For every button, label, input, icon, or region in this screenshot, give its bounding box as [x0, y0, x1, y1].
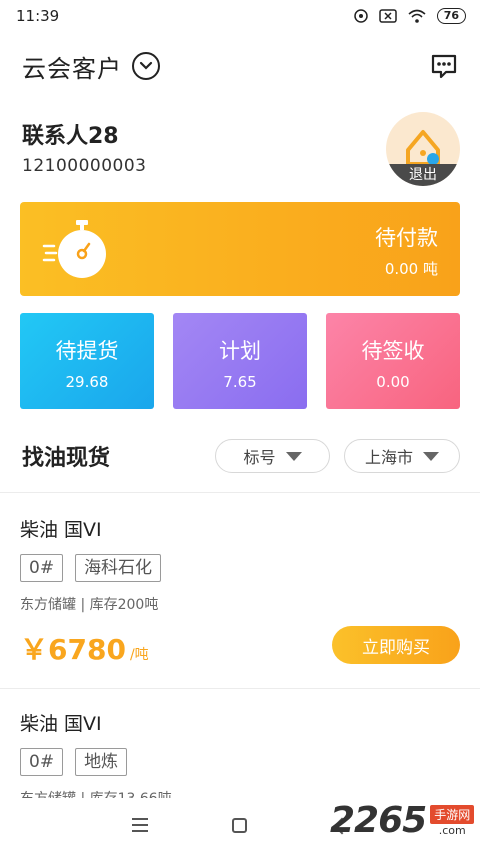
watermark-logo: 2265 手游网 .com [330, 800, 475, 841]
status-time: 11:39 [16, 7, 60, 25]
price-unit: /吨 [129, 647, 149, 663]
stopwatch-icon [42, 220, 106, 278]
grade-filter-label: 标号 [243, 448, 276, 467]
stat-label: 待提货 [55, 339, 119, 363]
triangle-down-icon [285, 451, 302, 461]
product-tags: 0# 地炼 [20, 748, 460, 776]
product-name: 柴油 国VI [20, 713, 102, 735]
city-filter-dropdown[interactable]: 上海市 [344, 439, 460, 473]
status-bar: 11:39 76 [0, 0, 480, 32]
pending-payment-value: 0.00 吨 [384, 260, 438, 278]
product-name: 柴油 国VI [20, 519, 102, 541]
stat-value: 0.00 [376, 373, 410, 391]
chevron-down-icon[interactable] [132, 52, 160, 80]
product-price: ￥6780/吨 [20, 633, 149, 666]
stat-label: 待签收 [361, 339, 425, 363]
menu-icon[interactable] [132, 818, 148, 836]
location-icon [353, 9, 368, 23]
price-row: ￥6780/吨 立即购买 [20, 626, 460, 670]
battery-indicator: 76 [436, 8, 466, 24]
triangle-down-icon [423, 451, 439, 461]
pending-payment-card[interactable]: 待付款 0.00 吨 [20, 202, 460, 296]
app-title-switcher[interactable]: 云会客户 [22, 49, 160, 84]
contact-phone: 12100000003 [22, 156, 147, 176]
product-tag: 地炼 [75, 748, 128, 776]
city-filter-label: 上海市 [364, 448, 413, 467]
stat-label: 计划 [219, 339, 261, 363]
logout-button[interactable]: 退出 [386, 164, 460, 186]
stat-value: 7.65 [223, 373, 257, 391]
pending-payment-label: 待付款 [375, 226, 438, 250]
avatar[interactable]: 退出 [386, 112, 460, 186]
list-item[interactable]: 柴油 国VI 0# 地炼 东方储罐 | 库存13.66吨 [20, 709, 460, 808]
buy-now-button[interactable]: 立即购买 [332, 626, 460, 664]
profile-info: 联系人28 12100000003 [22, 118, 146, 176]
app-title: 云会客户 [22, 54, 122, 83]
list-item[interactable]: 柴油 国VI 0# 海科石化 东方储罐 | 库存200吨 ￥6780/吨 立即购… [20, 515, 460, 670]
watermark-domain: .com [438, 823, 466, 837]
wifi-icon [408, 9, 426, 23]
app-header: 云会客户 [0, 44, 480, 88]
message-icon[interactable] [430, 53, 458, 79]
watermark-badge: 手游网 .com [430, 804, 475, 837]
watermark-cn: 手游网 [430, 804, 475, 824]
product-tags: 0# 海科石化 [20, 554, 460, 582]
grade-filter-dropdown[interactable]: 标号 [215, 439, 330, 473]
no-sim-icon [378, 9, 397, 23]
pending-pickup-card[interactable]: 待提货 29.68 [20, 313, 154, 409]
status-icons: 76 [353, 8, 466, 24]
product-tag: 0# [20, 554, 64, 582]
home-icon[interactable] [232, 818, 247, 833]
product-tag: 0# [20, 748, 64, 776]
watermark-brand: 2265 [330, 800, 427, 841]
pending-receipt-card[interactable]: 待签收 0.00 [326, 313, 460, 409]
contact-name: 联系人28 [22, 124, 119, 149]
divider [0, 688, 480, 689]
product-meta: 东方储罐 | 库存200吨 [20, 597, 159, 613]
stat-value: 29.68 [65, 373, 109, 391]
product-tag: 海科石化 [75, 554, 162, 582]
plan-card[interactable]: 计划 7.65 [173, 313, 307, 409]
divider [0, 492, 480, 493]
section-title: 找油现货 [22, 446, 111, 471]
